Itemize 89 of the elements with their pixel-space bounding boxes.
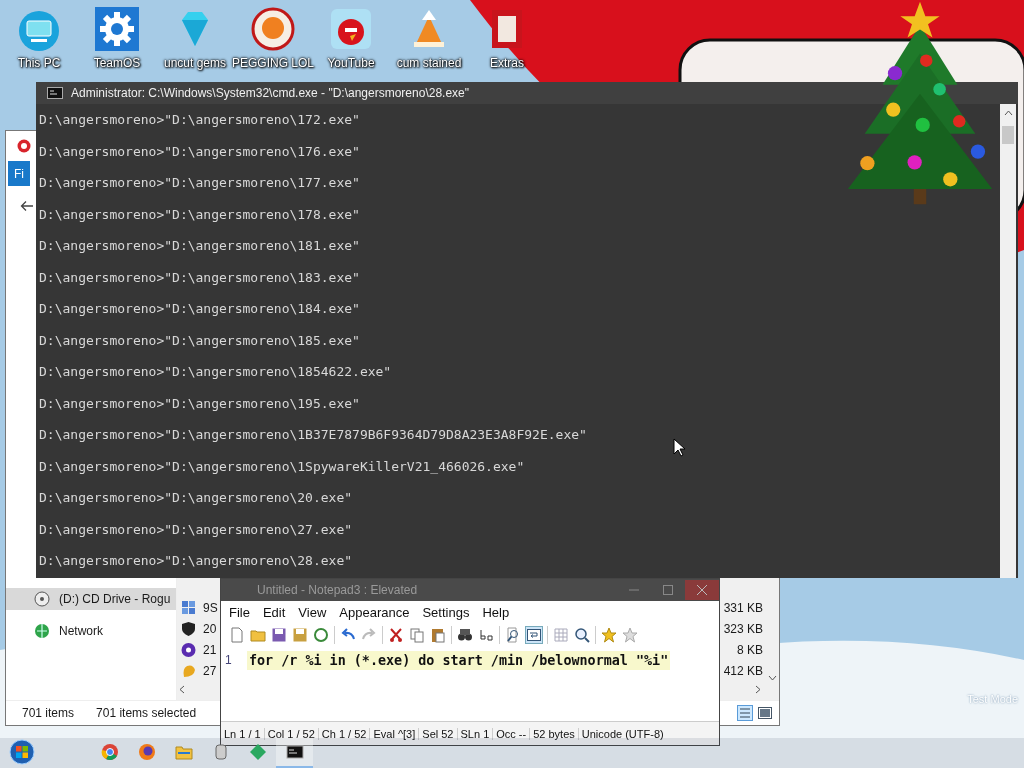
file-size: 8 KB xyxy=(737,642,764,657)
close-icon xyxy=(697,585,707,595)
window-title: Administrator: C:\Windows\System32\cmd.exe - "D:\angersmoreno\28.exe" xyxy=(71,86,469,100)
menu-item[interactable]: File xyxy=(229,604,250,620)
file-tab[interactable]: Fi xyxy=(8,161,30,186)
firefox-icon xyxy=(137,743,156,761)
file-name[interactable]: 9S xyxy=(203,600,218,615)
terminal-icon xyxy=(285,743,304,761)
tiles-view-icon[interactable] xyxy=(757,705,773,721)
menu-item[interactable]: View xyxy=(298,604,327,620)
status-field: Col 1 / 52 xyxy=(263,727,318,740)
disc-icon xyxy=(181,641,196,658)
replace-icon[interactable] xyxy=(478,627,494,643)
terminal-icon xyxy=(47,87,63,99)
file-name[interactable]: 27 xyxy=(203,663,217,678)
file-name[interactable]: 21 xyxy=(203,642,217,657)
status-field: Eval ^[3] xyxy=(369,727,419,740)
console-line: D:\angersmoreno>"D:\angersmoreno\1SpywareKillerV21_466026.exe" xyxy=(39,457,525,476)
console-line: D:\angersmoreno>"D:\angersmoreno\184.exe" xyxy=(39,300,360,318)
console-line: D:\angersmoreno>"D:\angersmoreno\183.exe" xyxy=(39,268,360,287)
console-line: D:\angersmoreno>"D:\angersmoreno\177.exe" xyxy=(39,174,360,192)
scroll-left-icon[interactable] xyxy=(179,684,185,694)
file-size: 323 KB xyxy=(723,621,764,636)
window-title: Untitled - Notepad3 : Elevated xyxy=(257,583,418,597)
status-field: SLn 1 xyxy=(456,727,493,740)
console-line: D:\angersmoreno>"D:\angersmoreno\172.exe" xyxy=(39,111,360,129)
status-text: 701 items xyxy=(22,706,75,720)
scroll-right-icon[interactable] xyxy=(755,684,761,694)
console-line: D:\angersmoreno>"D:\angersmoreno\1854622.exe" xyxy=(39,363,392,381)
taskbar-button[interactable] xyxy=(276,738,313,768)
folder-icon xyxy=(174,743,193,761)
globe-icon xyxy=(34,623,50,639)
refresh-icon[interactable] xyxy=(313,627,329,643)
disc-icon xyxy=(34,591,50,607)
christmas-tree-drawing[interactable] xyxy=(846,0,994,207)
file-size: 412 KB xyxy=(723,663,764,678)
app-icon xyxy=(248,743,267,761)
status-field: Ln 1 / 1 xyxy=(221,727,264,740)
bird-icon[interactable] xyxy=(328,6,374,52)
badge-icon[interactable] xyxy=(250,6,296,52)
file-size: 331 KB xyxy=(723,600,764,615)
menu-item[interactable]: Help xyxy=(482,604,510,620)
magnifier-icon[interactable] xyxy=(505,627,521,643)
console-line: D:\angersmoreno>"D:\angersmoreno\185.exe" xyxy=(39,331,360,350)
wrap-icon[interactable] xyxy=(526,627,542,643)
scissors-icon[interactable] xyxy=(388,627,404,643)
pointer-icon xyxy=(673,438,685,457)
shield-icon xyxy=(181,620,196,637)
back-arrow-icon[interactable] xyxy=(20,200,34,212)
console-line: D:\angersmoreno>"D:\angersmoreno\1B37E7879B6F9364D79D8A23E3A8F92E.exe" xyxy=(39,426,587,444)
status-field: 52 bytes xyxy=(529,727,578,740)
status-field: Occ -- xyxy=(492,727,530,740)
close-button[interactable] xyxy=(685,580,719,600)
console-line: D:\angersmoreno>"D:\angersmoreno\195.exe" xyxy=(39,394,360,413)
paste-icon[interactable] xyxy=(430,627,446,643)
console-line: D:\angersmoreno>"D:\angersmoreno\178.exe" xyxy=(39,205,360,224)
settings-icon[interactable] xyxy=(94,6,140,52)
console-line: D:\angersmoreno>"D:\angersmoreno\176.exe" xyxy=(39,142,360,161)
console-line: D:\angersmoreno>"D:\angersmoreno\181.exe" xyxy=(39,237,360,255)
status-field: Ch 1 / 52 xyxy=(317,727,370,740)
console-line: D:\angersmoreno>"D:\angersmoreno\20.exe" xyxy=(39,489,353,507)
scrollbar[interactable] xyxy=(1000,104,1016,578)
copy-icon[interactable] xyxy=(409,627,425,643)
line-number: 1 xyxy=(224,653,233,667)
console-line: D:\angersmoreno>"D:\angersmoreno\27.exe" xyxy=(39,520,353,539)
chrome-icon xyxy=(100,743,119,761)
maximize-icon xyxy=(663,585,673,595)
star-icon[interactable] xyxy=(601,627,617,643)
status-field: Unicode (UTF-8) xyxy=(577,727,667,740)
start-icon xyxy=(9,739,35,765)
page-icon[interactable] xyxy=(229,627,245,643)
menu-item[interactable]: Settings xyxy=(422,604,470,620)
menu-item[interactable]: Appearance xyxy=(339,604,410,620)
binoculars-icon[interactable] xyxy=(457,627,473,643)
sidebar-item[interactable]: (D:) CD Drive - Rogu xyxy=(6,588,176,610)
grid-icon xyxy=(181,599,196,616)
menu-item[interactable]: Edit xyxy=(262,604,286,620)
scroll-down-icon[interactable] xyxy=(767,675,777,681)
sidebar-item[interactable]: Network xyxy=(6,620,176,642)
scroll-up-icon[interactable] xyxy=(1003,110,1013,116)
scrollbar-thumb[interactable] xyxy=(1002,126,1014,144)
status-field: Sel 52 xyxy=(418,727,457,740)
folder-icon[interactable] xyxy=(250,627,266,643)
star-icon[interactable] xyxy=(622,627,638,643)
file-name[interactable]: 20 xyxy=(203,621,217,636)
console-line: D:\angersmoreno>"D:\angersmoreno\28.exe" xyxy=(39,552,353,570)
status-text: 701 items selected xyxy=(96,706,197,720)
zoom-icon[interactable] xyxy=(574,627,590,643)
app-icon xyxy=(17,139,31,153)
